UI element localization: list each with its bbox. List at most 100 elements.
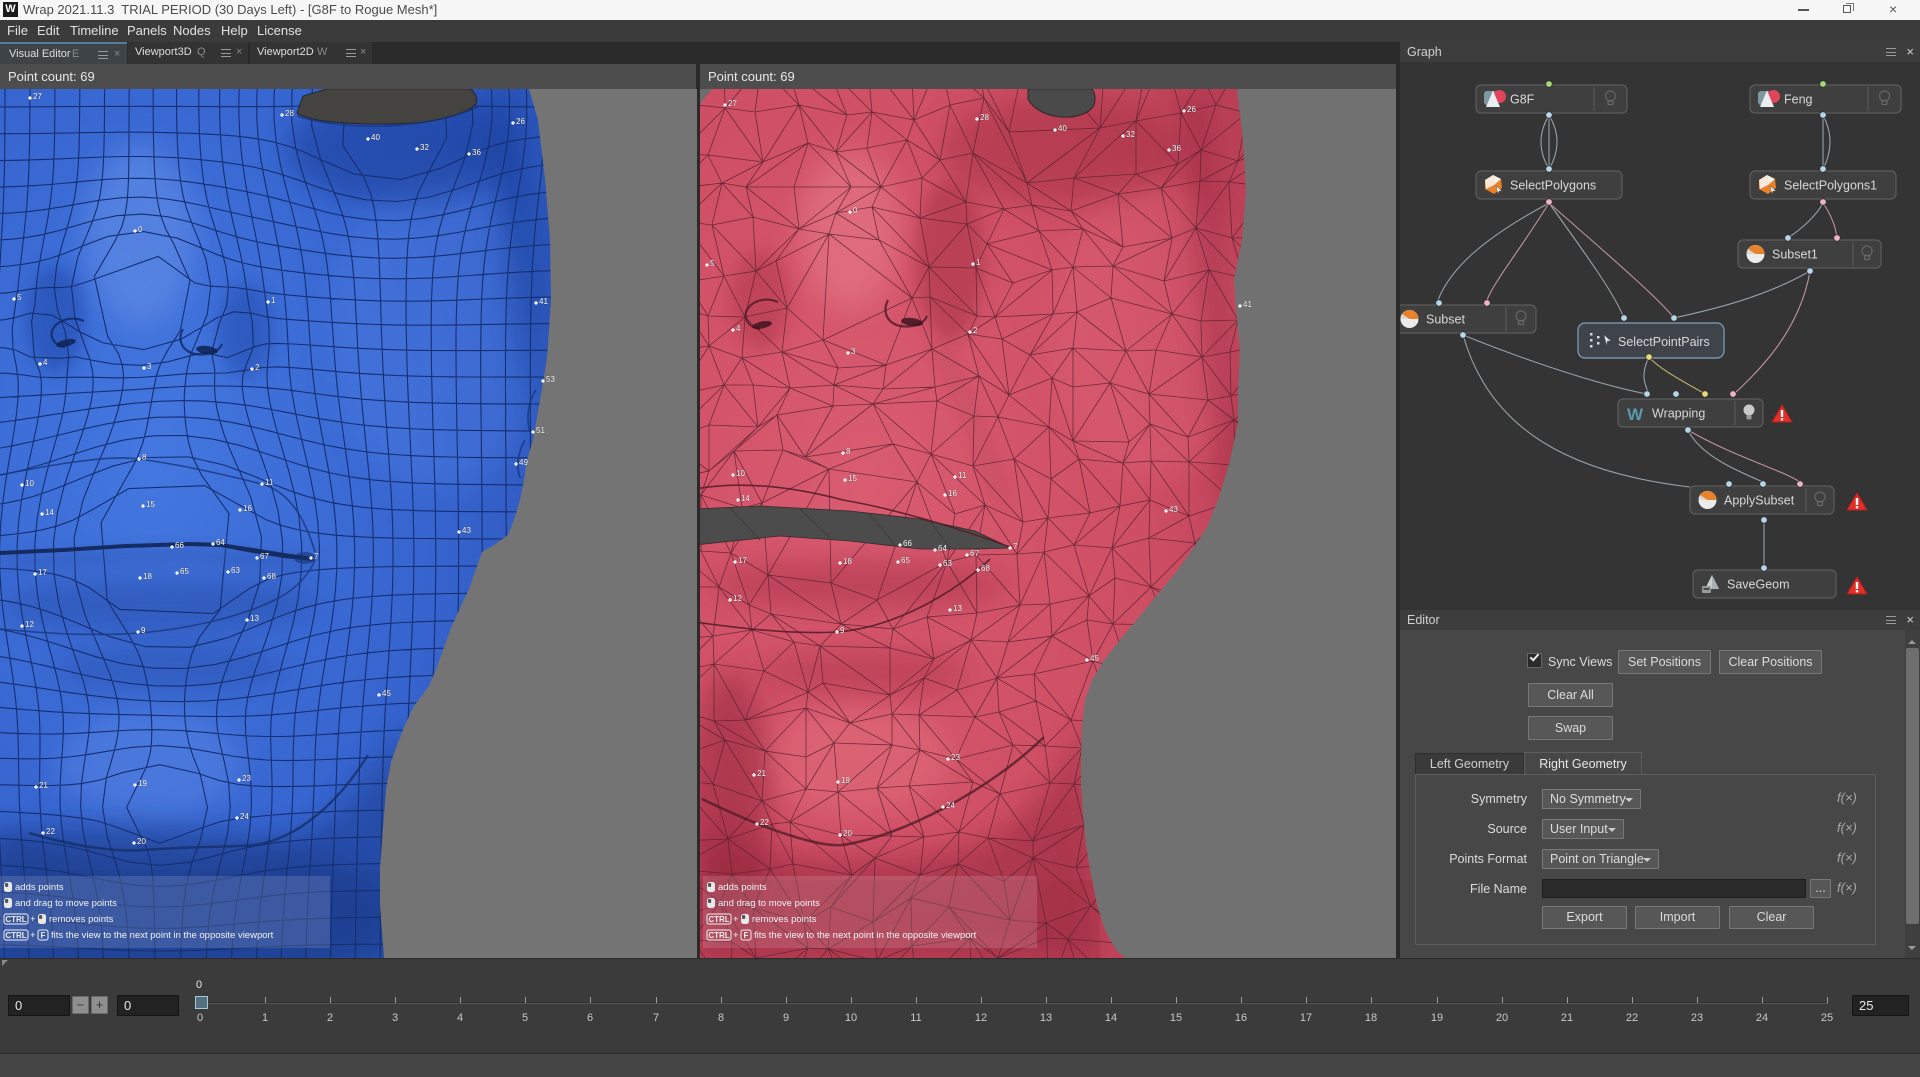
svg-text:51: 51 (536, 426, 545, 435)
svg-text:SelectPolygons1: SelectPolygons1 (1784, 179, 1877, 193)
svg-text:F: F (41, 931, 46, 940)
svg-text:SelectPolygons: SelectPolygons (1510, 179, 1596, 193)
svg-text:9: 9 (141, 626, 146, 635)
svg-text:SelectPointPairs: SelectPointPairs (1618, 335, 1710, 349)
svg-text:32: 32 (1126, 130, 1135, 139)
svg-text:10: 10 (736, 469, 745, 478)
svg-text:28: 28 (285, 109, 294, 118)
svg-text:63: 63 (231, 566, 240, 575)
svg-text:24: 24 (240, 812, 249, 821)
svg-text:63: 63 (943, 559, 952, 568)
svg-text:67: 67 (260, 552, 269, 561)
svg-text:40: 40 (1058, 124, 1067, 133)
svg-text:and drag to move points: and drag to move points (718, 898, 820, 909)
svg-text:removes points: removes points (752, 914, 817, 925)
svg-text:22: 22 (46, 827, 55, 836)
svg-text:+: + (30, 914, 36, 925)
svg-text:3: 3 (851, 347, 856, 356)
svg-text:+: + (733, 930, 739, 941)
svg-text:20: 20 (843, 829, 852, 838)
svg-text:21: 21 (757, 769, 766, 778)
svg-text:26: 26 (516, 117, 525, 126)
svg-text:2: 2 (973, 326, 978, 335)
svg-text:19: 19 (841, 776, 850, 785)
svg-text:11: 11 (958, 471, 967, 480)
svg-text:14: 14 (741, 494, 750, 503)
svg-text:12: 12 (733, 594, 742, 603)
svg-text:fits the view to the next poin: fits the view to the next point in the o… (754, 930, 977, 941)
svg-text:27: 27 (33, 92, 42, 101)
svg-text:18: 18 (843, 557, 852, 566)
svg-text:Feng: Feng (1784, 93, 1813, 107)
svg-text:ApplySubset: ApplySubset (1724, 494, 1795, 508)
svg-text:21: 21 (39, 781, 48, 790)
svg-text:removes points: removes points (49, 914, 114, 925)
svg-text:Subset: Subset (1426, 313, 1465, 327)
svg-text:5: 5 (17, 293, 22, 302)
svg-text:41: 41 (1243, 300, 1252, 309)
svg-text:24: 24 (946, 801, 955, 810)
svg-text:Wrapping: Wrapping (1652, 407, 1705, 421)
svg-text:3: 3 (147, 362, 152, 371)
svg-text:16: 16 (948, 489, 957, 498)
svg-text:+: + (30, 930, 36, 941)
svg-text:0: 0 (853, 206, 858, 215)
svg-text:1: 1 (976, 258, 981, 267)
svg-text:65: 65 (180, 567, 189, 576)
svg-text:13: 13 (953, 604, 962, 613)
svg-text:F: F (744, 931, 749, 940)
svg-text:5: 5 (710, 259, 715, 268)
svg-text:4: 4 (43, 358, 48, 367)
svg-text:64: 64 (938, 544, 947, 553)
svg-text:and drag to move points: and drag to move points (15, 898, 117, 909)
svg-text:10: 10 (25, 479, 34, 488)
svg-text:11: 11 (265, 478, 274, 487)
svg-text:15: 15 (146, 500, 155, 509)
svg-text:CTRL: CTRL (5, 931, 26, 940)
svg-text:17: 17 (738, 556, 747, 565)
svg-text:13: 13 (250, 614, 259, 623)
svg-text:36: 36 (472, 148, 481, 157)
svg-text:27: 27 (728, 99, 737, 108)
svg-text:20: 20 (137, 837, 146, 846)
svg-text:8: 8 (142, 453, 147, 462)
svg-text:45: 45 (1090, 654, 1099, 663)
svg-text:2: 2 (255, 363, 260, 372)
svg-text:adds points: adds points (718, 882, 767, 893)
svg-text:43: 43 (1169, 505, 1178, 514)
svg-text:66: 66 (903, 539, 912, 548)
svg-text:26: 26 (1187, 105, 1196, 114)
svg-text:4: 4 (736, 324, 741, 333)
svg-text:17: 17 (38, 568, 47, 577)
svg-text:14: 14 (45, 508, 54, 517)
svg-text:12: 12 (25, 620, 34, 629)
svg-text:W: W (1627, 405, 1644, 424)
svg-text:23: 23 (951, 753, 960, 762)
svg-text:SaveGeom: SaveGeom (1727, 578, 1790, 592)
svg-text:45: 45 (382, 689, 391, 698)
svg-text:40: 40 (371, 133, 380, 142)
svg-text:67: 67 (970, 549, 979, 558)
svg-text:0: 0 (138, 225, 143, 234)
svg-text:1: 1 (271, 296, 276, 305)
svg-text:22: 22 (760, 818, 769, 827)
svg-text:+: + (733, 914, 739, 925)
svg-text:7: 7 (314, 552, 319, 561)
svg-text:7: 7 (1013, 542, 1018, 551)
svg-text:CTRL: CTRL (708, 931, 729, 940)
svg-text:65: 65 (901, 556, 910, 565)
svg-text:49: 49 (519, 458, 528, 467)
svg-text:Subset1: Subset1 (1772, 248, 1818, 262)
svg-text:CTRL: CTRL (5, 915, 26, 924)
svg-text:66: 66 (175, 541, 184, 550)
svg-text:fits the view to the next poin: fits the view to the next point in the o… (51, 930, 274, 941)
svg-text:G8F: G8F (1510, 93, 1535, 107)
svg-text:18: 18 (143, 572, 152, 581)
svg-text:CTRL: CTRL (708, 915, 729, 924)
svg-text:23: 23 (242, 774, 251, 783)
svg-text:9: 9 (840, 626, 845, 635)
svg-text:32: 32 (420, 143, 429, 152)
svg-text:adds points: adds points (15, 882, 64, 893)
svg-text:15: 15 (848, 474, 857, 483)
svg-text:53: 53 (546, 375, 555, 384)
